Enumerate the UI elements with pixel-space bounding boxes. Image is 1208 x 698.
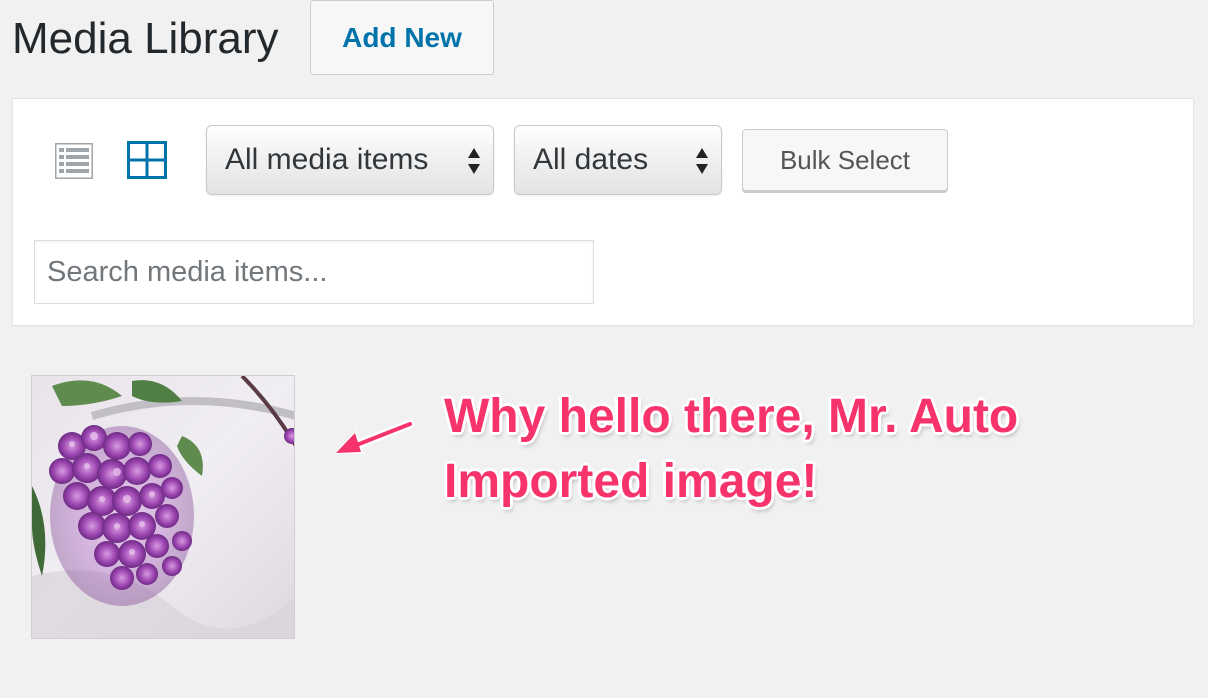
list-view-icon[interactable] <box>55 143 93 179</box>
date-filter[interactable]: All dates <box>514 125 722 195</box>
lilac-flower-image <box>32 376 294 638</box>
date-filter-value: All dates <box>533 143 649 176</box>
annotation-line-1: Why hello there, Mr. Auto <box>444 390 1019 443</box>
select-arrows-icon <box>468 148 480 174</box>
annotation-callout: Why hello there, Mr. Auto Imported image… <box>444 384 1144 514</box>
media-type-filter-value: All media items <box>225 143 429 176</box>
media-item-thumbnail[interactable] <box>31 375 295 639</box>
page-title: Media Library <box>12 14 279 63</box>
annotation-line-2: Imported image! <box>444 455 818 508</box>
media-type-filter[interactable]: All media items <box>206 125 494 195</box>
bulk-select-button[interactable]: Bulk Select <box>742 129 948 191</box>
grid-view-icon[interactable] <box>127 141 167 179</box>
select-arrows-icon <box>696 148 708 174</box>
search-input[interactable] <box>34 240 594 304</box>
media-library-page: Media Library Add New All media items Al… <box>0 0 1208 698</box>
media-toolbar: All media items All dates Bulk Select <box>12 98 1194 326</box>
add-new-button[interactable]: Add New <box>310 0 494 75</box>
annotation-arrow-icon <box>334 419 415 454</box>
